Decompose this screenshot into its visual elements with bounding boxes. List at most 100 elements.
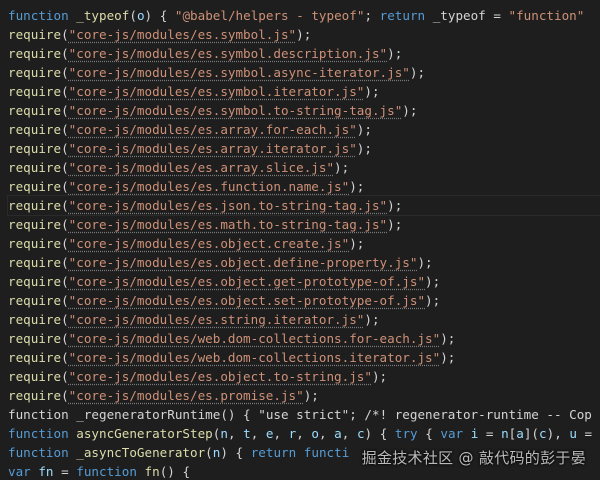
code-token-fn: require xyxy=(8,388,62,403)
code-editor[interactable]: function _typeof(o) { "@babel/helpers - … xyxy=(0,0,600,480)
code-line[interactable]: require("core-js/modules/es.symbol.descr… xyxy=(8,44,600,63)
code-token-plain: ( xyxy=(61,274,69,289)
code-token-fn: require xyxy=(8,312,62,327)
code-line[interactable]: require("core-js/modules/es.object.defin… xyxy=(8,253,600,272)
code-token-str: "core-js/modules/es.object.get-prototype… xyxy=(68,274,426,289)
code-line[interactable]: require("core-js/modules/es.function.nam… xyxy=(8,177,600,196)
code-line[interactable]: require("core-js/modules/es.object.creat… xyxy=(8,234,600,253)
code-token-plain: ( xyxy=(61,236,69,251)
code-token-plain: ); xyxy=(303,388,319,403)
code-token-var: o xyxy=(136,8,145,23)
code-token-plain: ); xyxy=(440,331,456,346)
code-line[interactable]: require("core-js/modules/web.dom-collect… xyxy=(8,348,600,367)
code-line[interactable]: require("core-js/modules/es.array.for-ea… xyxy=(8,120,600,139)
code-line[interactable]: require("core-js/modules/es.math.to-stri… xyxy=(8,215,600,234)
code-token-fn: require xyxy=(8,27,62,42)
watermark: 掘金技术社区 @ 敲代码的彭于晏 xyxy=(361,449,586,467)
code-token-plain: _typeof = xyxy=(425,8,509,23)
code-token-str: "core-js/modules/es.symbol.js" xyxy=(68,27,297,42)
code-token-kw: return xyxy=(379,8,426,23)
code-token-plain: ( xyxy=(61,122,69,137)
code-token-str: "function" xyxy=(508,8,585,23)
code-token-plain: ); xyxy=(356,141,372,156)
code-line[interactable]: require("core-js/modules/es.string.itera… xyxy=(8,310,600,329)
code-token-fn: require xyxy=(8,331,62,346)
code-token-str: "core-js/modules/es.symbol.async-iterato… xyxy=(68,65,410,80)
code-token-plain: , xyxy=(319,426,335,441)
code-line[interactable]: require("core-js/modules/es.symbol.js"); xyxy=(8,25,600,44)
code-token-str: "core-js/modules/es.object.define-proper… xyxy=(68,255,418,270)
code-line[interactable]: require("core-js/modules/es.object.to-st… xyxy=(8,367,600,386)
code-line[interactable]: require("core-js/modules/es.symbol.to-st… xyxy=(8,101,600,120)
code-token-plain: ]( xyxy=(523,426,540,441)
code-token-str: "core-js/modules/es.array.slice.js" xyxy=(68,160,335,175)
code-token-var: c xyxy=(539,426,547,441)
code-token-plain: , xyxy=(273,426,289,441)
code-token-plain: ( xyxy=(129,8,137,23)
code-token-str: "core-js/modules/es.function.name.js" xyxy=(68,179,350,194)
code-token-str: "core-js/modules/es.symbol.to-string-tag… xyxy=(68,103,403,118)
code-token-plain: ); xyxy=(402,103,418,118)
code-token-kw: function xyxy=(8,8,69,23)
code-token-fn: fn xyxy=(144,464,160,479)
code-token-plain: = xyxy=(478,426,502,441)
code-line[interactable]: require("core-js/modules/es.json.to-stri… xyxy=(7,195,600,216)
code-token-plain: ) { xyxy=(364,426,395,441)
code-token-plain: ); xyxy=(349,179,365,194)
code-token-kw: function xyxy=(8,426,69,441)
code-token-plain: ( xyxy=(61,84,69,99)
code-token-fn: require xyxy=(8,160,62,175)
code-token-plain: _regeneratorRuntime() { xyxy=(68,407,259,422)
code-token-plain: ( xyxy=(61,331,69,346)
code-token-plain: ( xyxy=(61,103,69,118)
code-token-plain: ( xyxy=(61,141,69,156)
code-token-plain: ( xyxy=(205,445,213,460)
code-token-str: "core-js/modules/es.array.for-each.js" xyxy=(68,122,357,137)
code-token-plain: ); xyxy=(440,350,456,365)
code-line[interactable]: function _typeof(o) { "@babel/helpers - … xyxy=(8,6,600,25)
code-line[interactable]: require("core-js/modules/es.promise.js")… xyxy=(8,386,600,405)
code-token-fn: require xyxy=(8,293,62,308)
code-line[interactable]: function _regeneratorRuntime() { "use st… xyxy=(8,405,600,424)
code-token-kw: var xyxy=(440,426,464,441)
code-token-plain: () { xyxy=(159,464,191,479)
code-line[interactable]: require("core-js/modules/web.dom-collect… xyxy=(8,329,600,348)
code-line[interactable]: require("core-js/modules/es.array.iterat… xyxy=(8,139,600,158)
code-line[interactable]: function asyncGeneratorStep(n, t, e, r, … xyxy=(8,424,600,443)
code-token-plain: ) { xyxy=(220,445,251,460)
code-line[interactable]: require("core-js/modules/es.symbol.async… xyxy=(8,63,600,82)
code-token-plain: ( xyxy=(61,198,69,213)
code-token-var: n xyxy=(220,426,228,441)
code-token-var: a xyxy=(516,426,524,441)
code-token-var: c xyxy=(356,426,365,441)
code-token-plain: ); xyxy=(387,46,403,61)
code-token-plain: ( xyxy=(61,27,69,42)
code-token-plain: ( xyxy=(61,350,69,365)
code-line[interactable]: require("core-js/modules/es.symbol.itera… xyxy=(8,82,600,101)
code-token-fn: require xyxy=(8,141,62,156)
code-token-plain: function xyxy=(8,407,69,422)
code-token-fn: _asyncToGenerator xyxy=(76,445,206,460)
code-token-kw: function xyxy=(8,445,69,460)
code-lines[interactable]: function _typeof(o) { "@babel/helpers - … xyxy=(7,6,600,480)
code-token-plain: , xyxy=(341,426,357,441)
code-token-plain: { xyxy=(417,426,441,441)
code-token-fn: require xyxy=(8,236,62,251)
code-line[interactable]: require("core-js/modules/es.object.get-p… xyxy=(8,272,600,291)
code-token-fn: asyncGeneratorStep xyxy=(76,426,213,441)
code-token-str: "core-js/modules/es.promise.js" xyxy=(68,388,304,403)
code-line[interactable]: require("core-js/modules/es.array.slice.… xyxy=(8,158,600,177)
code-token-plain: ( xyxy=(61,255,69,270)
code-token-fn: require xyxy=(8,350,62,365)
code-token-plain: ); xyxy=(425,293,441,308)
code-token-kw: return xyxy=(250,445,297,460)
code-token-str: "@babel/helpers - typeof" xyxy=(174,8,365,23)
code-token-plain: ; /*! regenerator-runtime -- Cop xyxy=(349,407,592,422)
code-token-plain: ); xyxy=(356,122,372,137)
code-line[interactable]: require("core-js/modules/es.object.set-p… xyxy=(8,291,600,310)
code-token-plain: ( xyxy=(61,369,69,384)
code-token-str: "core-js/modules/es.object.create.js" xyxy=(68,236,350,251)
